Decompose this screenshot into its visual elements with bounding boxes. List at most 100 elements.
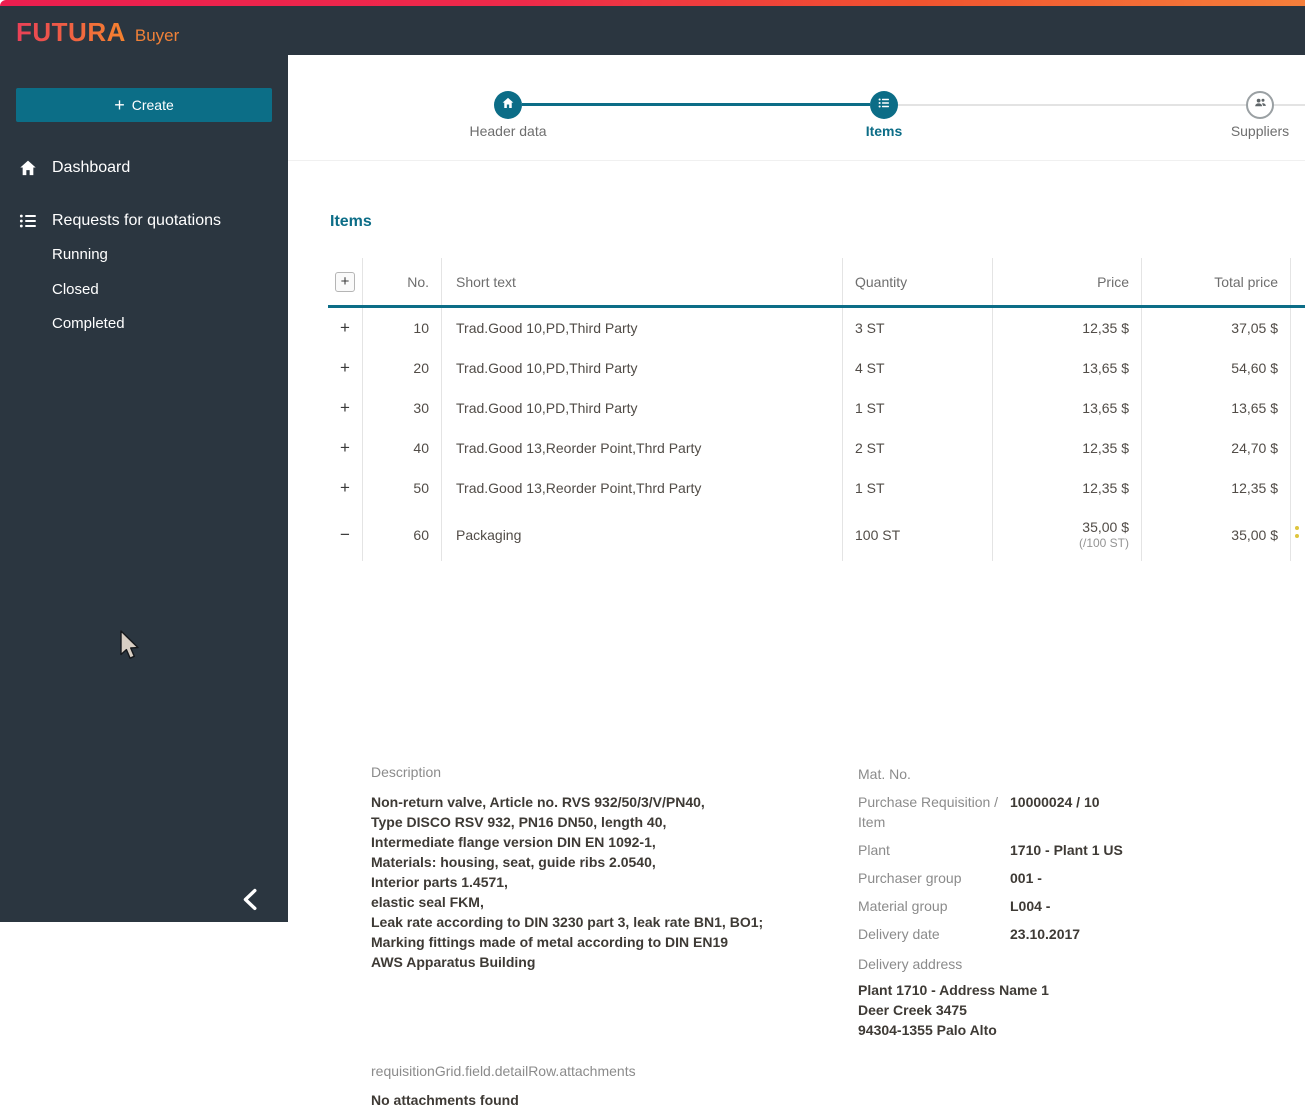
- wizard-stepper: Header data Items Suppliers: [288, 55, 1305, 161]
- chevron-left-icon: [237, 884, 267, 919]
- field-purchaser-group: Purchaser group 001 -: [858, 870, 1042, 886]
- cell-price: 13,65 $: [992, 388, 1141, 428]
- expand-row-icon[interactable]: +: [340, 318, 350, 338]
- cell-no: 30: [362, 388, 441, 428]
- brand-logo: FUTURA Buyer: [16, 17, 179, 48]
- column-header-extra: [1290, 258, 1305, 305]
- stepper-connector-done: [522, 103, 870, 106]
- cell-total-price: 13,65 $: [1141, 388, 1290, 428]
- detail-description: Description Non-return valve, Article no…: [371, 764, 841, 972]
- create-button-label: Create: [131, 97, 174, 113]
- field-plant: Plant 1710 - Plant 1 US: [858, 842, 1123, 858]
- table-row[interactable]: + 20 Trad.Good 10,PD,Third Party 4 ST 13…: [328, 348, 1305, 388]
- column-header-quantity: Quantity: [842, 258, 992, 305]
- cell-no: 60: [362, 508, 441, 561]
- table-row[interactable]: + 30 Trad.Good 10,PD,Third Party 1 ST 13…: [328, 388, 1305, 428]
- stepper-connector-todo: [898, 104, 1246, 106]
- description-text: Non-return valve, Article no. RVS 932/50…: [371, 794, 764, 970]
- detail-fields: Mat. No. Purchase Requisition / Item 100…: [858, 764, 1298, 1040]
- stepper-connector-todo: [1274, 104, 1305, 106]
- delivery-address-label: Delivery address: [858, 956, 963, 972]
- field-material-group: Material group L004 -: [858, 898, 1051, 914]
- sidebar-subitem-closed[interactable]: Closed: [52, 276, 272, 302]
- attachments-empty-text: No attachments found: [371, 1092, 519, 1108]
- description-label: Description: [371, 764, 442, 780]
- brand-name: FUTURA: [16, 17, 126, 47]
- sidebar-collapse-button[interactable]: [234, 883, 270, 919]
- add-item-button[interactable]: +: [335, 271, 355, 292]
- column-header-total-price: Total price: [1141, 258, 1290, 305]
- cell-price: 12,35 $: [992, 428, 1141, 468]
- cell-total-price: 24,70 $: [1141, 428, 1290, 468]
- cell-no: 20: [362, 348, 441, 388]
- cell-total-price: 12,35 $: [1141, 468, 1290, 508]
- plus-icon: +: [114, 95, 125, 115]
- expand-row-icon[interactable]: +: [340, 358, 350, 378]
- expand-row-icon[interactable]: +: [340, 398, 350, 418]
- cell-quantity: 1 ST: [842, 388, 992, 428]
- cell-quantity: 4 ST: [842, 348, 992, 388]
- expand-row-icon[interactable]: +: [340, 438, 350, 458]
- expand-row-icon[interactable]: +: [340, 478, 350, 498]
- home-icon: [18, 158, 38, 178]
- cell-short-text: Trad.Good 10,PD,Third Party: [441, 348, 842, 388]
- table-row[interactable]: + 40 Trad.Good 13,Reorder Point,Thrd Par…: [328, 428, 1305, 468]
- cell-no: 50: [362, 468, 441, 508]
- price-unit-note: (/100 ST): [1078, 535, 1129, 550]
- field-purchase-requisition: Purchase Requisition / Item 10000024 / 1…: [858, 794, 1100, 830]
- items-table-header: + No. Short text Quantity Price Total pr…: [328, 258, 1305, 308]
- create-button[interactable]: + Create: [16, 88, 272, 122]
- truncated-icon-fragment: [1295, 526, 1299, 540]
- cell-short-text: Trad.Good 13,Reorder Point,Thrd Party: [441, 468, 842, 508]
- step-label-suppliers: Suppliers: [1230, 123, 1290, 139]
- step-suppliers[interactable]: [1246, 91, 1274, 119]
- cell-quantity: 1 ST: [842, 468, 992, 508]
- cell-no: 10: [362, 308, 441, 348]
- sidebar: + Create Dashboard Requests for quotatio…: [0, 55, 288, 922]
- app-root: { "colors": { "accent_teal": "#0c6d87", …: [0, 0, 1305, 1108]
- sidebar-item-requests-for-quotations[interactable]: Requests for quotations: [0, 205, 288, 237]
- sidebar-subitem-completed[interactable]: Completed: [52, 310, 272, 336]
- sidebar-item-label: Requests for quotations: [52, 212, 221, 229]
- collapse-row-icon[interactable]: −: [340, 525, 350, 545]
- cell-quantity: 2 ST: [842, 428, 992, 468]
- price-value: 35,00 $: [1082, 518, 1129, 535]
- sidebar-item-label: Dashboard: [52, 159, 131, 176]
- cell-price: 13,65 $: [992, 348, 1141, 388]
- cell-short-text: Trad.Good 10,PD,Third Party: [441, 388, 842, 428]
- cell-price: 12,35 $: [992, 468, 1141, 508]
- items-section-title: Items: [330, 213, 372, 230]
- sidebar-subitem-label: Closed: [52, 280, 99, 298]
- sidebar-subitem-running[interactable]: Running: [52, 241, 272, 267]
- step-label-items: Items: [865, 123, 903, 139]
- step-label-header-data: Header data: [469, 123, 547, 139]
- items-table: + No. Short text Quantity Price Total pr…: [328, 258, 1305, 561]
- cell-quantity: 3 ST: [842, 308, 992, 348]
- column-header-no: No.: [362, 258, 441, 305]
- cell-price: 35,00 $ (/100 ST): [992, 508, 1141, 561]
- cell-total-price: 54,60 $: [1141, 348, 1290, 388]
- cell-price: 12,35 $: [992, 308, 1141, 348]
- main-content: Header data Items Suppliers Items + No. …: [288, 55, 1305, 1108]
- table-row-expanded[interactable]: − 60 Packaging 100 ST 35,00 $ (/100 ST) …: [328, 508, 1305, 561]
- sidebar-item-dashboard[interactable]: Dashboard: [0, 152, 288, 184]
- cell-short-text: Trad.Good 10,PD,Third Party: [441, 308, 842, 348]
- field-mat-no: Mat. No.: [858, 766, 911, 782]
- cell-quantity: 100 ST: [842, 508, 992, 561]
- app-header: FUTURA Buyer: [0, 6, 1305, 55]
- step-items[interactable]: [870, 91, 898, 119]
- table-row[interactable]: + 10 Trad.Good 10,PD,Third Party 3 ST 12…: [328, 308, 1305, 348]
- header-expand-all: +: [328, 258, 362, 305]
- cell-total-price: 35,00 $: [1141, 508, 1290, 561]
- cell-short-text: Trad.Good 13,Reorder Point,Thrd Party: [441, 428, 842, 468]
- field-delivery-date: Delivery date 23.10.2017: [858, 926, 1081, 942]
- attachments-label: requisitionGrid.field.detailRow.attachme…: [371, 1063, 636, 1079]
- column-header-price: Price: [992, 258, 1141, 305]
- step-header-data[interactable]: [494, 91, 522, 119]
- cell-no: 40: [362, 428, 441, 468]
- sidebar-subitem-label: Completed: [52, 314, 125, 332]
- cell-total-price: 37,05 $: [1141, 308, 1290, 348]
- sidebar-subitem-label: Running: [52, 245, 108, 263]
- delivery-address: Plant 1710 - Address Name 1 Deer Creek 3…: [858, 982, 1049, 1038]
- table-row[interactable]: + 50 Trad.Good 13,Reorder Point,Thrd Par…: [328, 468, 1305, 508]
